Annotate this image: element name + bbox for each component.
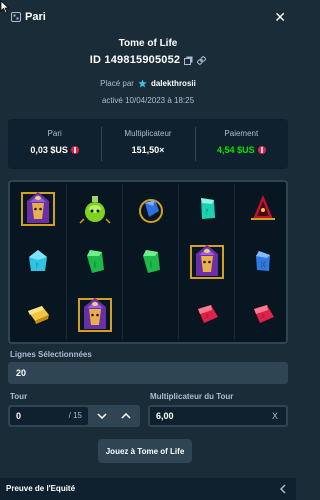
round-multiplier-field[interactable]: 6,00 X [148,405,288,427]
turn-input[interactable]: 0 / 15 [10,407,88,425]
selected-lines-value: 20 [16,368,27,378]
bet-stats-panel: Pari 0,03 $US Multiplicateur 151,50× Pai… [8,119,288,169]
placed-by-row: Placé par dalekthrosii [0,79,296,88]
stat-bet-label: Pari [47,129,62,138]
slot-reels: ᚹ ᚱ ᚱ ᚠ ᛟ ᛞ ᛟ [8,180,288,344]
reel-4: ᚠ ᛟ [178,184,234,340]
stat-payout-value: 4,54 $US [217,145,255,155]
pharaoh-icon [187,242,227,282]
round-multiplier-suffix: X [271,411,278,421]
svg-text:ᛟ: ᛟ [205,312,209,320]
game-title[interactable]: Tome of Life [0,38,296,49]
svg-text:ᚹ: ᚹ [35,262,39,270]
username-link[interactable]: dalekthrosii [151,79,196,88]
round-multiplier-label: Multiplicateur du Tour [150,392,234,401]
placed-by-label: Placé par [100,79,134,88]
green-gem-icon: ᚱ [75,242,115,282]
stat-payout-value-row: 4,54 $US [195,145,288,155]
blue-gem-icon: ᛞ [243,242,283,282]
reel-1: ᚹ [10,184,66,340]
provably-fair-footer[interactable]: Preuve de l'Equité [0,478,296,500]
selected-lines-field[interactable]: 20 [8,362,288,384]
reel-5: ᛞ ᛟ [234,184,290,340]
selected-lines-label: Lignes Sélectionnées [10,350,92,359]
provably-fair-label: Preuve de l'Equité [6,484,76,493]
stat-multiplier-label: Multiplicateur [124,129,172,138]
turn-decrement-button[interactable] [90,407,114,425]
green-gem-icon: ᚱ [131,242,171,282]
svg-text:ᚱ: ᚱ [149,261,153,269]
reel-3: ᚱ [122,184,178,340]
stat-payout: Paiement 4,54 $US [194,119,288,169]
bet-ticket-icon [11,12,21,22]
modal-header: Pari ✕ [0,0,296,34]
chevron-up-icon [121,413,131,419]
stat-bet-value: 0,03 $US [30,145,68,155]
bet-id: ID 149815905052 [89,54,181,66]
pharaoh-icon [75,295,115,335]
stat-bet-value-row: 0,03 $US [8,145,101,155]
red-gem-icon: ᛟ [187,295,227,335]
vip-star-icon [138,79,147,88]
chevron-left-icon [280,484,286,494]
stat-bet: Pari 0,03 $US [8,119,101,169]
svg-text:ᛟ: ᛟ [261,312,265,320]
svg-text:ᚠ: ᚠ [205,208,209,216]
activated-timestamp: activé 10/04/2023 à 18:25 [101,96,195,105]
play-game-button[interactable]: Jouez à Tome of Life [98,439,192,463]
reel-2: ᚱ [66,184,122,340]
pharaoh-icon [18,189,58,229]
red-hood-icon [243,189,283,229]
turn-label: Tour [10,392,28,401]
red-gem-icon: ᛟ [243,295,283,335]
svg-text:ᚱ: ᚱ [93,261,97,269]
link-icon[interactable] [197,55,207,65]
yellow-gem-icon [18,295,58,335]
stat-multiplier-value-row: 151,50× [101,145,194,155]
round-multiplier-value: 6,00 [156,411,174,421]
turn-value: 0 [16,411,22,421]
green-potion-icon [75,189,115,229]
blue-scarab-icon [131,189,171,229]
turn-increment-button[interactable] [114,407,138,425]
currency-coin-icon [70,146,79,154]
blue-gem-icon: ᚹ [18,242,58,282]
chevron-down-icon [97,413,107,419]
teal-gem-icon: ᚠ [187,189,227,229]
stat-payout-label: Paiement [224,129,259,138]
bet-id-row: ID 149815905052 [0,54,296,66]
turn-stepper: 0 / 15 [8,405,140,427]
modal-title: Pari [25,11,46,23]
stat-multiplier: Multiplicateur 151,50× [101,119,194,169]
stat-multiplier-value: 151,50× [131,145,165,155]
turn-max: / 15 [68,411,82,420]
copy-icon[interactable] [184,56,193,65]
currency-coin-icon [257,146,266,154]
close-icon[interactable]: ✕ [274,9,286,26]
